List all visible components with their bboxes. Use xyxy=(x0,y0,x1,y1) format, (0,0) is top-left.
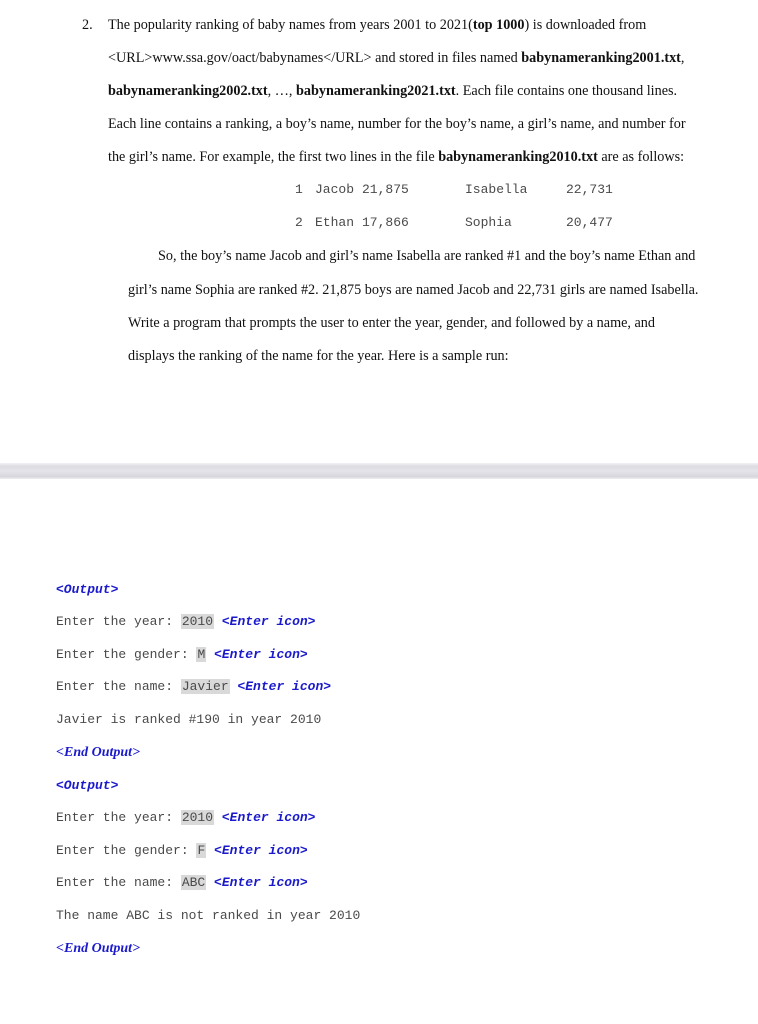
rank-cell: 1 xyxy=(295,182,303,197)
output-open-tag: <Output> xyxy=(56,778,119,793)
prompt-label: Enter the name: xyxy=(56,679,181,694)
prompt-line: Enter the name: Javier <Enter icon> xyxy=(56,679,331,694)
filename-bold-text: babynameranking2010.txt xyxy=(438,149,598,165)
prompt-line: Enter the gender: F <Enter icon> xyxy=(56,843,308,858)
prompt-label: Enter the year: xyxy=(56,614,181,629)
text-segment: , …, xyxy=(267,83,297,99)
boy-count-cell: 17,866 xyxy=(362,215,409,230)
enter-icon: <Enter icon> xyxy=(214,647,308,662)
output-close-tag: <End Output> xyxy=(56,941,141,956)
user-input: 2010 xyxy=(180,810,215,825)
girl-name-cell: Sophia xyxy=(465,215,512,230)
paragraph-line: Write a program that prompts the user to… xyxy=(128,315,655,331)
text-segment: ) is downloaded from xyxy=(524,17,647,33)
text-segment: Each line contains a ranking, a boy’s na… xyxy=(108,116,686,132)
text-segment: . Each file contains one thousand lines. xyxy=(455,83,678,99)
boy-name-cell: Jacob xyxy=(315,182,355,197)
prompt-label: Enter the gender: xyxy=(56,843,197,858)
paragraph-line: displays the ranking of the name for the… xyxy=(128,348,509,364)
prompt-line: Enter the name: ABC <Enter icon> xyxy=(56,875,308,890)
enter-icon: <Enter icon> xyxy=(221,810,316,825)
paragraph-line: babynameranking2002.txt, …, babynamerank… xyxy=(108,83,677,100)
user-input: F xyxy=(196,843,207,858)
problem-number: 2. xyxy=(82,17,93,33)
girl-count-cell: 20,477 xyxy=(566,215,613,230)
text-segment: The popularity ranking of baby names fro… xyxy=(108,17,473,33)
user-input: Javier xyxy=(180,679,230,694)
boy-name-cell: Ethan xyxy=(315,215,355,230)
prompt-label: Enter the gender: xyxy=(56,647,197,662)
enter-icon: <Enter icon> xyxy=(221,614,316,629)
prompt-label: Enter the name: xyxy=(56,875,181,890)
paragraph-line: <URL>www.ssa.gov/oact/babynames</URL> an… xyxy=(108,50,684,67)
prompt-line: Enter the year: 2010 <Enter icon> xyxy=(56,810,315,825)
output-open-tag: <Output> xyxy=(56,582,119,597)
paragraph-line: girl’s name Sophia are ranked #2. 21,875… xyxy=(128,282,699,298)
rank-cell: 2 xyxy=(295,215,303,230)
paragraph-line: The popularity ranking of baby names fro… xyxy=(108,17,646,34)
paragraph-line: the girl’s name. For example, the first … xyxy=(108,149,684,166)
paragraph-line: Each line contains a ranking, a boy’s na… xyxy=(108,116,686,133)
text-segment: , xyxy=(680,50,685,66)
prompt-line: Enter the year: 2010 <Enter icon> xyxy=(56,614,315,629)
text-segment: <URL>www.ssa.gov/oact/babynames</URL> an… xyxy=(108,50,522,66)
boy-count-cell: 21,875 xyxy=(362,182,409,197)
girl-count-cell: 22,731 xyxy=(566,182,613,197)
text-segment: are as follows: xyxy=(597,149,685,165)
filename-bold-text: babynameranking2021.txt xyxy=(296,83,456,99)
page-divider xyxy=(0,463,758,479)
enter-icon: <Enter icon> xyxy=(237,679,332,694)
prompt-line: Enter the gender: M <Enter icon> xyxy=(56,647,308,662)
filename-bold-text: babynameranking2002.txt xyxy=(108,83,268,99)
filename-bold-text: top 1000 xyxy=(472,17,525,33)
girl-name-cell: Isabella xyxy=(465,182,528,197)
user-input: ABC xyxy=(180,875,207,890)
prompt-label: Enter the year: xyxy=(56,810,181,825)
text-segment: the girl’s name. For example, the first … xyxy=(108,149,439,165)
enter-icon: <Enter icon> xyxy=(214,843,308,858)
filename-bold-text: babynameranking2001.txt xyxy=(521,50,681,66)
enter-icon: <Enter icon> xyxy=(214,875,308,890)
user-input: 2010 xyxy=(180,614,215,629)
paragraph-line: So, the boy’s name Jacob and girl’s name… xyxy=(158,248,696,264)
user-input: M xyxy=(196,647,207,662)
output-close-tag: <End Output> xyxy=(56,745,141,760)
result-line: Javier is ranked #190 in year 2010 xyxy=(56,712,322,727)
result-line: The name ABC is not ranked in year 2010 xyxy=(56,908,361,923)
